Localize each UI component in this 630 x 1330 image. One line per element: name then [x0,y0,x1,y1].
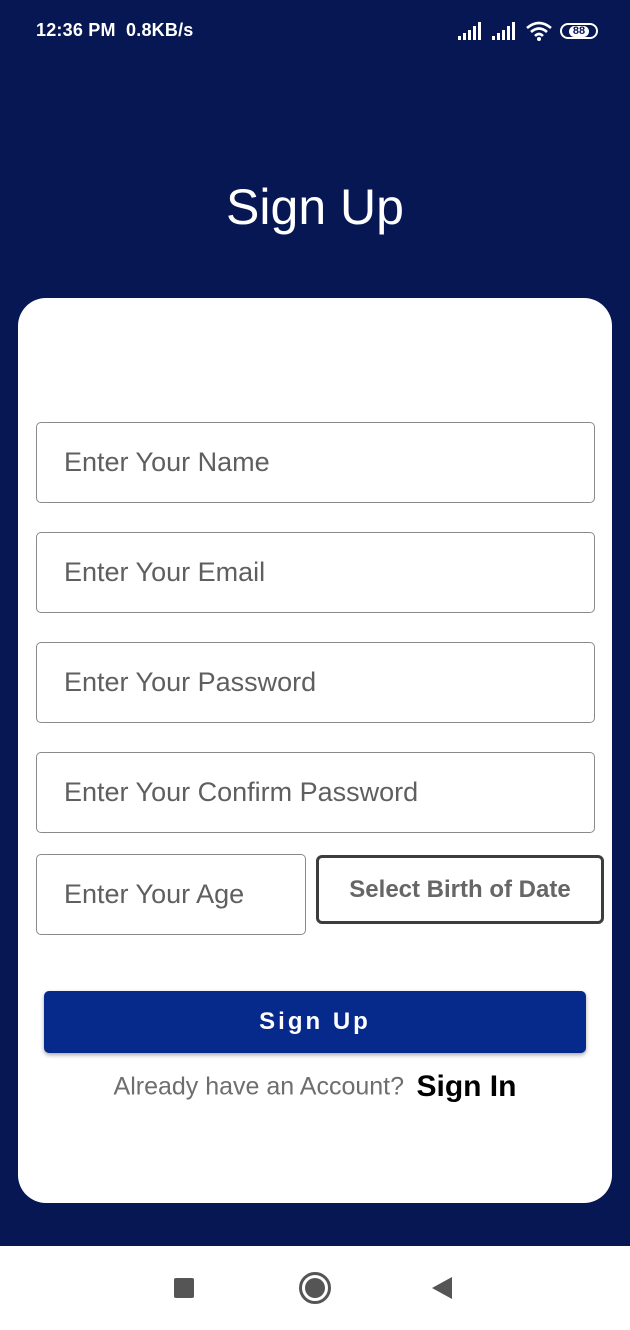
password-field-container [36,642,595,723]
sign-up-button[interactable]: Sign Up [44,991,586,1053]
name-input[interactable] [37,423,594,502]
age-input[interactable] [37,855,305,934]
recents-icon[interactable] [174,1278,194,1298]
battery-icon: 88 [560,23,598,39]
email-field-container [36,532,595,613]
select-birth-date-button[interactable]: Select Birth of Date [316,855,604,924]
password-input[interactable] [37,643,594,722]
age-field-container [36,854,306,935]
home-icon-inner [305,1278,325,1298]
status-clock: 12:36 PM [36,20,116,40]
home-icon[interactable] [299,1272,331,1304]
name-field-container [36,422,595,503]
signin-prompt: Already have an Account? [113,1072,405,1101]
wifi-icon [526,21,552,41]
confirm-password-field-container [36,752,595,833]
signin-row: Already have an Account? Sign In [0,1070,630,1104]
battery-level: 88 [568,25,590,37]
status-net-speed: 0.8KB/s [126,20,194,40]
system-nav-bar [0,1246,630,1330]
confirm-password-input[interactable] [37,753,594,832]
signal-icon [458,22,481,40]
status-time: 12:36 PM 0.8KB/s [36,20,193,41]
page-title: Sign Up [226,179,404,235]
signal-icon [492,22,515,40]
email-input[interactable] [37,533,594,612]
status-bar: 12:36 PM 0.8KB/s 88 [0,0,630,62]
sign-in-link[interactable]: Sign In [416,1070,516,1103]
back-icon[interactable] [432,1277,452,1299]
status-icons: 88 [458,20,598,42]
